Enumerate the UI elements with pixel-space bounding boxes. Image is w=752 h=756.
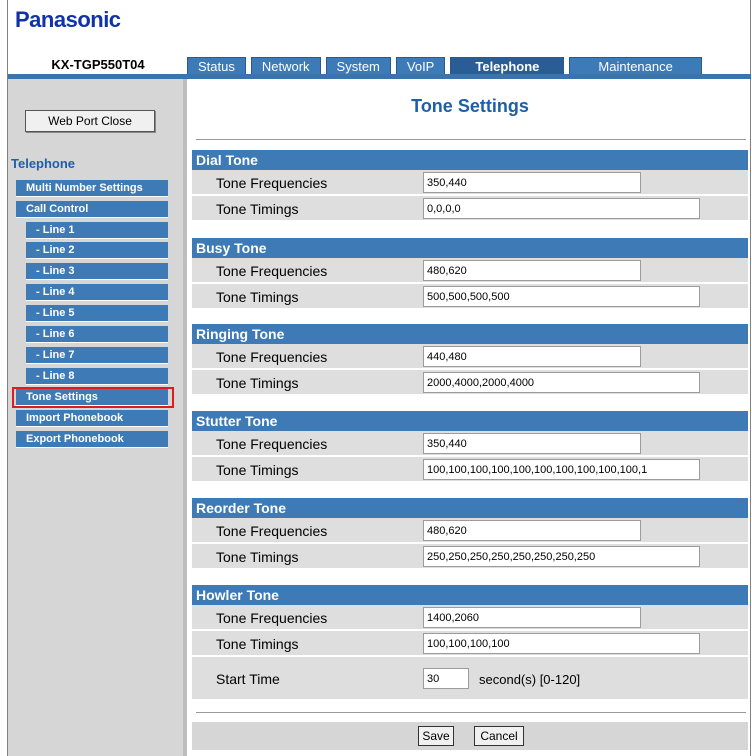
top-tabs: Status Network System VoIP Telephone Mai… (187, 57, 707, 75)
section-dial-tone: Dial Tone (192, 150, 748, 170)
field-label: Tone Frequencies (216, 263, 328, 279)
start-time-input[interactable] (423, 668, 469, 689)
sidebar-item-call-control[interactable]: Call Control (16, 201, 168, 218)
field-label: Tone Timings (216, 636, 299, 652)
busy-tone-frequencies-input[interactable] (423, 260, 641, 281)
stutter-tone-timings-input[interactable] (423, 459, 700, 480)
howler-tone-frequencies-input[interactable] (423, 607, 641, 628)
ringing-tone-freq-row: Tone Frequencies (192, 344, 748, 370)
sidebar-item-line-2[interactable]: - Line 2 (26, 242, 168, 259)
ringing-tone-timing-row: Tone Timings (192, 370, 748, 396)
sidebar-section-title: Telephone (11, 156, 76, 171)
field-label: Tone Timings (216, 289, 299, 305)
page-title: Tone Settings (411, 96, 529, 116)
save-button[interactable]: Save (418, 726, 454, 746)
section-reorder-tone: Reorder Tone (192, 498, 748, 518)
sidebar-item-import-phonebook[interactable]: Import Phonebook (16, 410, 168, 427)
tab-system[interactable]: System (325, 57, 391, 75)
stutter-tone-freq-row: Tone Frequencies (192, 431, 748, 457)
sidebar-item-line-5[interactable]: - Line 5 (26, 305, 168, 322)
busy-tone-freq-row: Tone Frequencies (192, 258, 748, 284)
stutter-tone-timing-row: Tone Timings (192, 457, 748, 483)
howler-tone-timing-row: Tone Timings (192, 631, 748, 657)
tab-status[interactable]: Status (187, 57, 246, 75)
tab-network[interactable]: Network (250, 57, 321, 75)
field-label: Tone Timings (216, 375, 299, 391)
tab-maintenance[interactable]: Maintenance (569, 57, 702, 75)
busy-tone-timing-row: Tone Timings (192, 284, 748, 310)
sidebar-item-line-6[interactable]: - Line 6 (26, 326, 168, 343)
reorder-tone-frequencies-input[interactable] (423, 520, 641, 541)
web-port-close-button[interactable]: Web Port Close (25, 110, 155, 132)
section-stutter-tone: Stutter Tone (192, 411, 748, 431)
ringing-tone-timings-input[interactable] (423, 372, 700, 393)
dial-tone-frequencies-input[interactable] (423, 172, 641, 193)
sidebar-item-line-1[interactable]: - Line 1 (26, 222, 168, 239)
field-label: Tone Frequencies (216, 610, 328, 626)
section-ringing-tone: Ringing Tone (192, 324, 748, 344)
field-label: Tone Frequencies (216, 523, 328, 539)
dial-tone-timings-input[interactable] (423, 198, 700, 219)
sidebar-item-line-7[interactable]: - Line 7 (26, 347, 168, 364)
ringing-tone-frequencies-input[interactable] (423, 346, 641, 367)
field-label: Tone Timings (216, 201, 299, 217)
howler-start-time-row: Start Time second(s) [0-120] (192, 657, 748, 699)
reorder-tone-freq-row: Tone Frequencies (192, 518, 748, 544)
sidebar-item-multi-number[interactable]: Multi Number Settings (16, 180, 168, 197)
field-label: Tone Frequencies (216, 175, 328, 191)
stutter-tone-frequencies-input[interactable] (423, 433, 641, 454)
footer-divider (196, 712, 746, 713)
reorder-tone-timing-row: Tone Timings (192, 544, 748, 570)
dial-tone-freq-row: Tone Frequencies (192, 170, 748, 196)
model-name: KX-TGP550T04 (51, 57, 145, 72)
title-divider (196, 139, 746, 140)
start-time-unit: second(s) [0-120] (479, 672, 581, 687)
sidebar-item-line-8[interactable]: - Line 8 (26, 368, 168, 385)
howler-tone-freq-row: Tone Frequencies (192, 605, 748, 631)
footer-bar: Save Cancel (192, 722, 748, 750)
section-busy-tone: Busy Tone (192, 238, 748, 258)
dial-tone-timing-row: Tone Timings (192, 196, 748, 222)
field-label: Tone Timings (216, 462, 299, 478)
busy-tone-timings-input[interactable] (423, 286, 700, 307)
field-label: Tone Timings (216, 549, 299, 565)
sidebar-border (183, 79, 187, 756)
brand-logo: Panasonic (15, 7, 121, 32)
howler-tone-timings-input[interactable] (423, 633, 700, 654)
sidebar-item-export-phonebook[interactable]: Export Phonebook (16, 431, 168, 448)
tab-voip[interactable]: VoIP (395, 57, 446, 75)
sidebar-item-line-3[interactable]: - Line 3 (26, 263, 168, 280)
selection-highlight (12, 387, 174, 408)
cancel-button[interactable]: Cancel (474, 726, 524, 746)
field-label: Start Time (216, 671, 280, 687)
field-label: Tone Frequencies (216, 436, 328, 452)
field-label: Tone Frequencies (216, 349, 328, 365)
sidebar-item-line-4[interactable]: - Line 4 (26, 284, 168, 301)
tab-telephone[interactable]: Telephone (450, 57, 565, 75)
reorder-tone-timings-input[interactable] (423, 546, 700, 567)
section-howler-tone: Howler Tone (192, 585, 748, 605)
